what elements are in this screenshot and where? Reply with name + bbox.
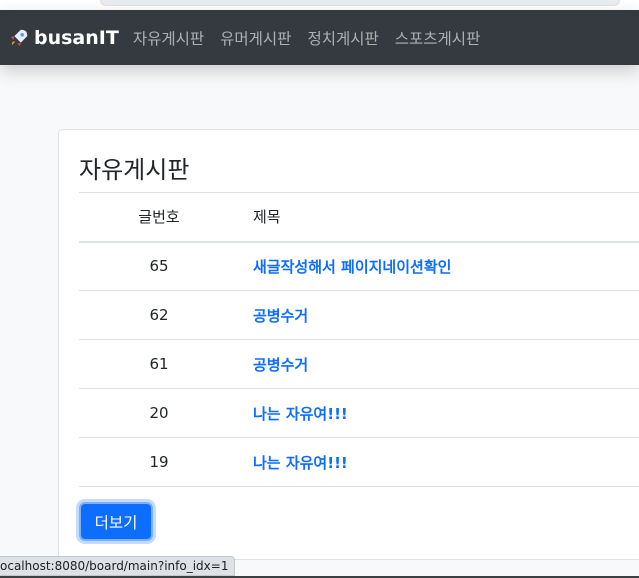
post-number: 20	[79, 388, 239, 438]
nav-politics-board[interactable]: 정치게시판	[307, 27, 378, 49]
nav-sports-board[interactable]: 스포츠게시판	[395, 27, 481, 49]
post-table: 글번호 제목 65 새글작성해서 페이지네이션확인 62 공병수거 61 공병수…	[79, 192, 639, 487]
post-title-link[interactable]: 공병수거	[253, 307, 308, 325]
column-header-title: 제목	[239, 192, 639, 243]
nav-free-board[interactable]: 자유게시판	[133, 27, 204, 49]
post-number: 19	[79, 437, 239, 487]
post-number: 61	[79, 339, 239, 389]
table-row: 20 나는 자유여!!!	[79, 388, 639, 438]
column-header-number: 글번호	[79, 192, 239, 243]
post-title-link[interactable]: 나는 자유여!!!	[253, 405, 348, 423]
rocket-icon	[10, 29, 28, 46]
table-row: 65 새글작성해서 페이지네이션확인	[79, 241, 639, 291]
brand-link[interactable]: busanIT	[8, 27, 119, 49]
post-title-link[interactable]: 새글작성해서 페이지네이션확인	[253, 258, 451, 276]
post-number: 62	[79, 290, 239, 340]
post-number: 65	[79, 241, 239, 291]
browser-top-strip	[0, 0, 639, 10]
post-title-link[interactable]: 공병수거	[253, 356, 308, 374]
table-row: 62 공병수거	[79, 290, 639, 340]
page-title: 자유게시판	[79, 156, 190, 184]
brand-text: busanIT	[34, 26, 119, 49]
load-more-button[interactable]: 더보기	[79, 502, 153, 541]
table-row: 61 공병수거	[79, 339, 639, 389]
table-header-row: 글번호 제목	[79, 192, 639, 243]
board-card: 자유게시판 글번호 제목 65 새글작성해서 페이지네이션확인 62 공병수거 …	[58, 129, 639, 560]
address-bar-edge[interactable]	[100, 0, 620, 6]
table-row: 19 나는 자유여!!!	[79, 437, 639, 487]
post-title-link[interactable]: 나는 자유여!!!	[253, 454, 348, 472]
status-bar-url: ocalhost:8080/board/main?info_idx=1	[0, 556, 236, 576]
nav-humor-board[interactable]: 유머게시판	[220, 27, 291, 49]
navbar: busanIT 자유게시판 유머게시판 정치게시판 스포츠게시판	[0, 10, 639, 65]
